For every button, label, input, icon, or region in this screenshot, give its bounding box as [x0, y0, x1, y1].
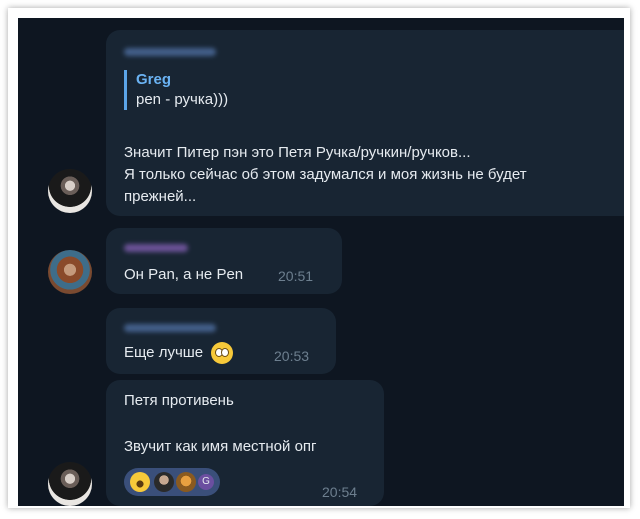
avatar[interactable]: [48, 169, 92, 213]
message-bubble-3[interactable]: Еще лучше 20:53: [106, 308, 336, 374]
grinning-face-emoji-icon: [130, 472, 150, 492]
sender-name-blurred: [124, 48, 216, 56]
message-time: 20:53: [274, 348, 310, 364]
message-text-line: Значит Питер пэн это Петя Ручка/ручкин/р…: [124, 144, 471, 161]
reaction-count-badge: G: [198, 474, 214, 490]
avatar[interactable]: [48, 250, 92, 294]
message-time: 20:54: [322, 484, 358, 500]
reactor-avatar-icon: [176, 472, 196, 492]
message-bubble-1[interactable]: Greg pen - ручка))) Значит Питер пэн это…: [106, 30, 624, 216]
avatar[interactable]: [48, 462, 92, 506]
screenshot-frame: Greg pen - ручка))) Значит Питер пэн это…: [8, 8, 630, 508]
message-text: Еще лучше: [124, 344, 204, 361]
message-bubble-2[interactable]: Он Pan, а не Pen 20:51: [106, 228, 342, 294]
rolling-eyes-emoji-icon: [211, 342, 234, 365]
message-bubble-4[interactable]: Петя противень Звучит как имя местной оп…: [106, 380, 384, 506]
message-time: 20:51: [278, 268, 314, 284]
message-text-line: Звучит как имя местной опг: [124, 438, 317, 455]
chat-area: Greg pen - ручка))) Значит Питер пэн это…: [18, 18, 624, 506]
quote-text: pen - ручка))): [136, 91, 229, 108]
message-text-line: Петя противень: [124, 392, 234, 409]
message-text-line: Я только сейчас об этом задумался и моя …: [124, 166, 527, 183]
sender-name-blurred: [124, 244, 188, 252]
quote-author: Greg: [136, 71, 172, 88]
reaction-chip[interactable]: G: [124, 468, 220, 496]
message-text-line: прежней...: [124, 188, 197, 205]
reply-quote[interactable]: Greg pen - ручка))): [124, 70, 228, 110]
message-text: Он Pan, а не Pen: [124, 266, 244, 283]
reactor-avatar-icon: [154, 472, 174, 492]
message-text-row: Еще лучше: [124, 342, 234, 365]
sender-name-blurred: [124, 324, 216, 332]
